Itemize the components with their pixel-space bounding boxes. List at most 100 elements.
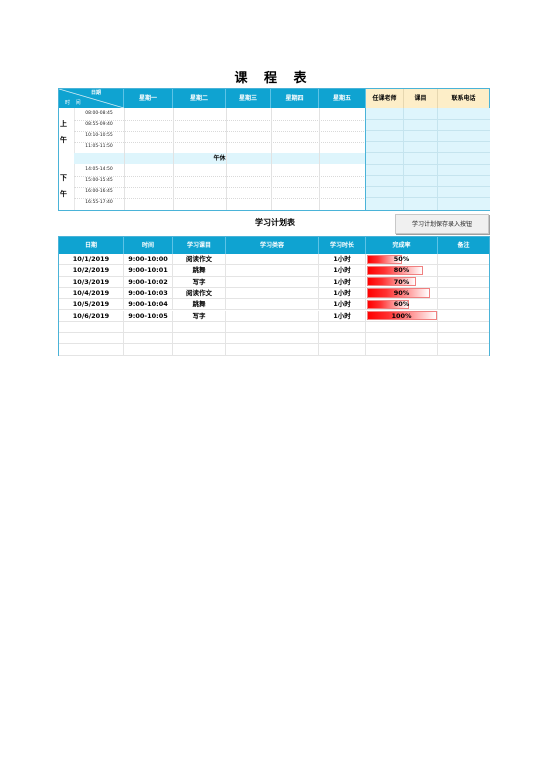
date-cell[interactable] (59, 333, 124, 344)
empty-table-row (59, 344, 489, 356)
note-cell[interactable] (438, 254, 489, 264)
time-cell[interactable] (124, 333, 173, 344)
date-cell[interactable]: 10/6/2019 (59, 310, 124, 321)
subject-cell[interactable] (173, 333, 226, 344)
row-divider (366, 141, 490, 142)
afternoon-label-2: 午 (60, 190, 67, 198)
content-cell[interactable] (226, 265, 319, 276)
table-row: 10/4/2019 9:00-10:03 阅读作文 1小时 90% (59, 287, 489, 300)
study-plan-table: 日期 时间 学习课目 学习类容 学习时长 完成率 备注 10/1/2019 9:0… (58, 236, 490, 356)
column-divider (437, 108, 438, 210)
duration-cell[interactable] (319, 321, 366, 333)
completion-value: 90% (393, 288, 410, 297)
row-divider (366, 197, 490, 198)
content-cell[interactable] (226, 254, 319, 265)
subject-cell[interactable]: 阅读作文 (173, 254, 226, 265)
corner-header-cell: 日期 时 间 (59, 89, 124, 108)
completion-cell[interactable]: 100% (366, 310, 438, 321)
duration-cell[interactable] (319, 344, 366, 355)
column-divider (403, 108, 404, 210)
subject-cell[interactable] (173, 321, 226, 333)
date-cell[interactable]: 10/5/2019 (59, 299, 124, 310)
time-cell[interactable]: 9:00-10:01 (124, 265, 173, 276)
header-content: 学习类容 (226, 237, 319, 254)
duration-cell[interactable]: 1小时 (319, 310, 366, 321)
completion-cell[interactable] (366, 321, 438, 333)
table-row: 10/6/2019 9:00-10:05 写字 1小时 100% (59, 310, 489, 322)
note-cell[interactable] (438, 322, 489, 332)
header-phone: 联系电话 (438, 89, 489, 108)
note-cell[interactable] (438, 299, 489, 309)
duration-cell[interactable]: 1小时 (319, 276, 366, 287)
table-row: 10/2/2019 9:00-10:01 跳舞 1小时 80% (59, 265, 489, 277)
row-divider (366, 186, 490, 187)
time-cell[interactable]: 9:00-10:00 (124, 254, 173, 265)
date-cell[interactable]: 10/3/2019 (59, 276, 124, 287)
note-cell[interactable] (438, 311, 489, 321)
plan-title: 学习计划表 (255, 218, 295, 227)
row-divider (366, 130, 490, 131)
time-cell[interactable]: 9:00-10:05 (124, 310, 173, 321)
table-row: 10/5/2019 9:00-10:04 跳舞 1小时 60% (59, 299, 489, 311)
subject-cell[interactable] (173, 344, 226, 355)
completion-cell[interactable] (366, 333, 438, 344)
header-thursday: 星期四 (271, 89, 319, 108)
column-divider (226, 108, 227, 210)
time-cell[interactable]: 9:00-10:02 (124, 276, 173, 287)
column-divider (124, 108, 125, 210)
duration-cell[interactable]: 1小时 (319, 265, 366, 276)
content-cell[interactable] (226, 321, 319, 333)
column-divider (271, 108, 272, 210)
content-cell[interactable] (226, 276, 319, 287)
note-cell[interactable] (438, 265, 489, 275)
subject-cell[interactable]: 跳舞 (173, 299, 226, 310)
content-cell[interactable] (226, 287, 319, 299)
row-divider (74, 176, 364, 177)
date-cell[interactable]: 10/4/2019 (59, 287, 124, 299)
note-cell[interactable] (438, 288, 489, 298)
header-friday: 星期五 (319, 89, 366, 108)
duration-cell[interactable]: 1小时 (319, 254, 366, 265)
duration-cell[interactable]: 1小时 (319, 299, 366, 310)
completion-cell[interactable]: 70% (366, 276, 438, 287)
morning-label-2: 午 (60, 136, 67, 144)
corner-date-label: 日期 (90, 90, 101, 96)
save-plan-button[interactable]: 学习计划保存录入按钮 (395, 214, 489, 234)
completion-cell[interactable]: 80% (366, 265, 438, 276)
time-cell[interactable] (124, 344, 173, 355)
content-cell[interactable] (226, 333, 319, 344)
completion-value: 60% (393, 300, 410, 309)
completion-cell[interactable]: 60% (366, 299, 438, 310)
date-cell[interactable]: 10/2/2019 (59, 265, 124, 276)
row-divider (74, 120, 364, 121)
content-cell[interactable] (226, 299, 319, 310)
time-cell[interactable] (124, 321, 173, 333)
completion-cell[interactable]: 90% (366, 287, 438, 299)
date-cell[interactable] (59, 344, 124, 355)
subject-cell[interactable]: 写字 (173, 276, 226, 287)
content-cell[interactable] (226, 344, 319, 355)
duration-cell[interactable] (319, 333, 366, 344)
header-date: 日期 (59, 237, 124, 254)
date-cell[interactable] (59, 321, 124, 333)
completion-cell[interactable] (366, 344, 438, 355)
teacher-info-panel (365, 108, 490, 210)
note-cell[interactable] (438, 333, 489, 343)
content-cell[interactable] (226, 310, 319, 321)
completion-value: 50% (393, 255, 410, 263)
date-cell[interactable]: 10/1/2019 (59, 254, 124, 265)
plan-header-row: 日期 时间 学习课目 学习类容 学习时长 完成率 备注 (59, 237, 489, 254)
row-divider (74, 142, 364, 143)
subject-cell[interactable]: 跳舞 (173, 265, 226, 276)
completion-cell[interactable]: 50% (366, 254, 438, 265)
time-slot: 16:00-16:45 (85, 189, 113, 194)
note-cell[interactable] (438, 344, 489, 354)
time-cell[interactable]: 9:00-10:03 (124, 287, 173, 299)
note-cell[interactable] (438, 277, 489, 287)
subject-cell[interactable]: 阅读作文 (173, 287, 226, 299)
time-cell[interactable]: 9:00-10:04 (124, 299, 173, 310)
duration-cell[interactable]: 1小时 (319, 287, 366, 299)
header-monday: 星期一 (124, 89, 173, 108)
subject-cell[interactable]: 写字 (173, 310, 226, 321)
schedule-title: 课 程 表 (234, 71, 313, 86)
